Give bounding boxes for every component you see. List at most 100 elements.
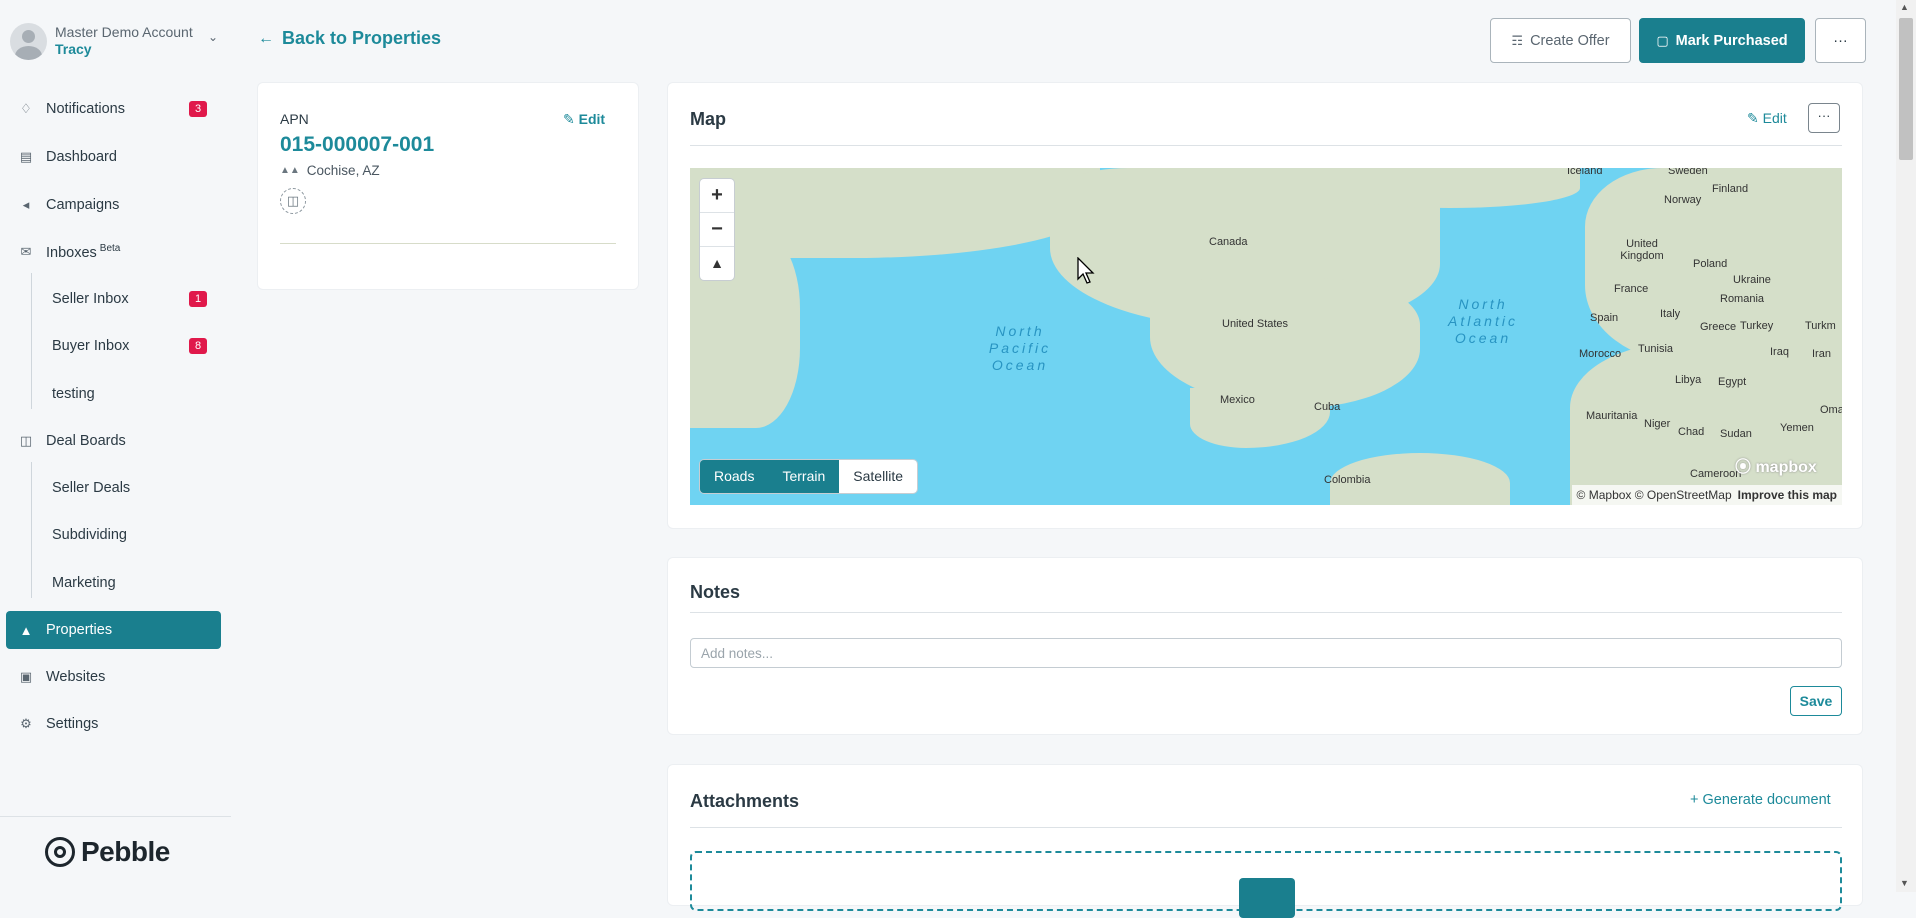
pebble-logo-icon bbox=[45, 837, 75, 867]
create-offer-button[interactable]: ☶ Create Offer bbox=[1490, 18, 1631, 63]
mapbox-logo[interactable]: ⦿ mapbox bbox=[1735, 453, 1817, 477]
land-mexico bbox=[1190, 388, 1330, 448]
arrow-left-icon: ← bbox=[258, 29, 274, 47]
unread-badge: 1 bbox=[189, 291, 207, 307]
page-scrollbar[interactable]: ▲ ▼ bbox=[1896, 0, 1916, 892]
document-icon: ☶ bbox=[1511, 32, 1524, 48]
map-more-button[interactable]: ··· bbox=[1808, 103, 1840, 133]
kanban-icon: ◫ bbox=[19, 433, 33, 448]
mark-purchased-label: Mark Purchased bbox=[1675, 32, 1788, 49]
edit-label: Edit bbox=[1762, 110, 1787, 126]
generate-document-button[interactable]: + Generate document bbox=[1690, 792, 1831, 808]
upload-button[interactable] bbox=[1239, 878, 1295, 918]
map-label: Cuba bbox=[1314, 401, 1341, 413]
gear-icon: ⚙ bbox=[20, 716, 32, 731]
apn-edit-button[interactable]: ✎ Edit bbox=[563, 111, 605, 128]
mountain-icon: ▲▲ bbox=[280, 165, 300, 176]
back-link-label: Back to Properties bbox=[282, 28, 442, 48]
map-label: Turkey bbox=[1740, 320, 1774, 332]
property-location: ▲▲ Cochise, AZ bbox=[280, 163, 380, 178]
zoom-in-button[interactable]: + bbox=[700, 179, 734, 213]
sidebar-item-label: Marketing bbox=[52, 575, 116, 591]
notes-title: Notes bbox=[690, 582, 741, 602]
sidebar-item-marketing[interactable]: Marketing bbox=[26, 564, 221, 602]
map-label: Canada bbox=[1209, 236, 1248, 248]
bell-icon: ♢ bbox=[20, 101, 32, 116]
sidebar-item-campaigns[interactable]: ◂ Campaigns bbox=[6, 186, 221, 224]
account-user: Tracy bbox=[55, 41, 92, 57]
apn-card: APN ✎ Edit 015-000007-001 ▲▲ Cochise, AZ… bbox=[258, 83, 638, 289]
scroll-down-icon[interactable]: ▼ bbox=[1900, 878, 1909, 888]
account-name: Master Demo Account bbox=[55, 24, 193, 40]
map-canvas[interactable]: Iceland Sweden Finland Norway Canada Uni… bbox=[690, 168, 1842, 505]
mark-purchased-button[interactable]: ▢ Mark Purchased bbox=[1639, 18, 1805, 63]
apn-value: 015-000007-001 bbox=[280, 133, 435, 156]
map-label: Iceland bbox=[1567, 168, 1603, 177]
more-label: ··· bbox=[1817, 108, 1831, 123]
map-style-switcher: Roads Terrain Satellite bbox=[700, 460, 918, 493]
avatar bbox=[10, 22, 47, 60]
scroll-thumb[interactable] bbox=[1899, 18, 1913, 160]
mountain-icon: ▲ bbox=[19, 622, 33, 638]
more-label: ··· bbox=[1833, 32, 1848, 49]
sidebar-item-subdividing[interactable]: Subdividing bbox=[26, 516, 221, 554]
sidebar-item-inboxes[interactable]: ✉ Inboxes Beta bbox=[6, 233, 221, 271]
notes-card: Notes Save bbox=[668, 558, 1862, 734]
sidebar-item-dashboard[interactable]: ▤ Dashboard bbox=[6, 138, 221, 176]
sidebar-item-testing[interactable]: testing bbox=[26, 375, 221, 413]
terrain-style-button[interactable]: Terrain bbox=[768, 460, 840, 493]
compass-button[interactable]: ▲ bbox=[700, 247, 734, 280]
map-label: Turkm bbox=[1805, 320, 1836, 332]
improve-map-link[interactable]: Improve this map bbox=[1738, 488, 1837, 502]
sidebar-item-label: Buyer Inbox bbox=[52, 338, 130, 354]
sidebar-item-seller-deals[interactable]: Seller Deals bbox=[26, 469, 221, 507]
sidebar-item-seller-inbox[interactable]: Seller Inbox 1 bbox=[26, 280, 221, 318]
sidebar-item-websites[interactable]: ▣ Websites bbox=[6, 658, 221, 696]
sidebar-item-notifications[interactable]: ♢ Notifications 3 bbox=[6, 90, 221, 128]
pebble-logo[interactable]: Pebble bbox=[45, 836, 170, 868]
sidebar-item-settings[interactable]: ⚙ Settings bbox=[6, 705, 221, 743]
map-zoom-controls: + − ▲ bbox=[700, 179, 734, 280]
save-notes-button[interactable]: Save bbox=[1790, 686, 1842, 716]
map-attribution: © Mapbox © OpenStreetMap Improve this map bbox=[1571, 485, 1842, 505]
sidebar-item-properties[interactable]: ▲ Properties bbox=[6, 611, 221, 649]
scroll-up-icon[interactable]: ▲ bbox=[1900, 2, 1909, 12]
map-label: Iraq bbox=[1770, 346, 1789, 358]
map-label: Ukraine bbox=[1733, 274, 1771, 286]
sidebar-item-label: Settings bbox=[46, 716, 99, 732]
map-label: Greece bbox=[1700, 321, 1737, 333]
map-label: United Kingdom bbox=[1620, 238, 1664, 262]
add-tag-button[interactable]: ◫ bbox=[280, 188, 306, 214]
sidebar-item-buyer-inbox[interactable]: Buyer Inbox 8 bbox=[26, 327, 221, 365]
logo-text: Pebble bbox=[81, 836, 170, 867]
map-title: Map bbox=[690, 109, 726, 129]
satellite-style-button[interactable]: Satellite bbox=[839, 460, 918, 493]
zoom-out-button[interactable]: − bbox=[700, 213, 734, 247]
more-actions-button[interactable]: ··· bbox=[1815, 18, 1866, 63]
map-label: Sweden bbox=[1668, 168, 1708, 177]
map-label: United States bbox=[1222, 318, 1289, 330]
sidebar-item-label: Deal Boards bbox=[46, 433, 126, 449]
sidebar-item-label: Subdividing bbox=[52, 527, 127, 543]
beta-tag: Beta bbox=[99, 243, 121, 255]
map-card: Map ✎ Edit ··· Iceland Sweden Finland No… bbox=[668, 83, 1862, 528]
attribution-text[interactable]: © Mapbox © OpenStreetMap bbox=[1577, 488, 1732, 502]
inbox-icon: ✉ bbox=[20, 244, 32, 259]
map-label: Morocco bbox=[1579, 348, 1622, 360]
map-label: Spain bbox=[1590, 312, 1619, 324]
file-dropzone[interactable] bbox=[690, 851, 1842, 918]
map-divider bbox=[690, 145, 1842, 146]
back-to-properties-link[interactable]: ← Back to Properties bbox=[258, 28, 441, 49]
map-edit-button[interactable]: ✎ Edit bbox=[1747, 110, 1787, 127]
map-label: Finland bbox=[1712, 183, 1749, 195]
notes-input[interactable] bbox=[690, 638, 1842, 668]
map-label: Niger bbox=[1644, 418, 1671, 430]
map-label: Egypt bbox=[1718, 376, 1747, 388]
map-label: France bbox=[1614, 283, 1649, 295]
map-label: Chad bbox=[1678, 426, 1705, 438]
map-label: Italy bbox=[1660, 308, 1681, 320]
roads-style-button[interactable]: Roads bbox=[700, 460, 769, 493]
account-switcher[interactable]: Master Demo Account Tracy ⌄ bbox=[10, 20, 225, 62]
sidebar-item-deal-boards[interactable]: ◫ Deal Boards bbox=[6, 422, 221, 460]
sidebar-item-label: Properties bbox=[46, 622, 113, 638]
